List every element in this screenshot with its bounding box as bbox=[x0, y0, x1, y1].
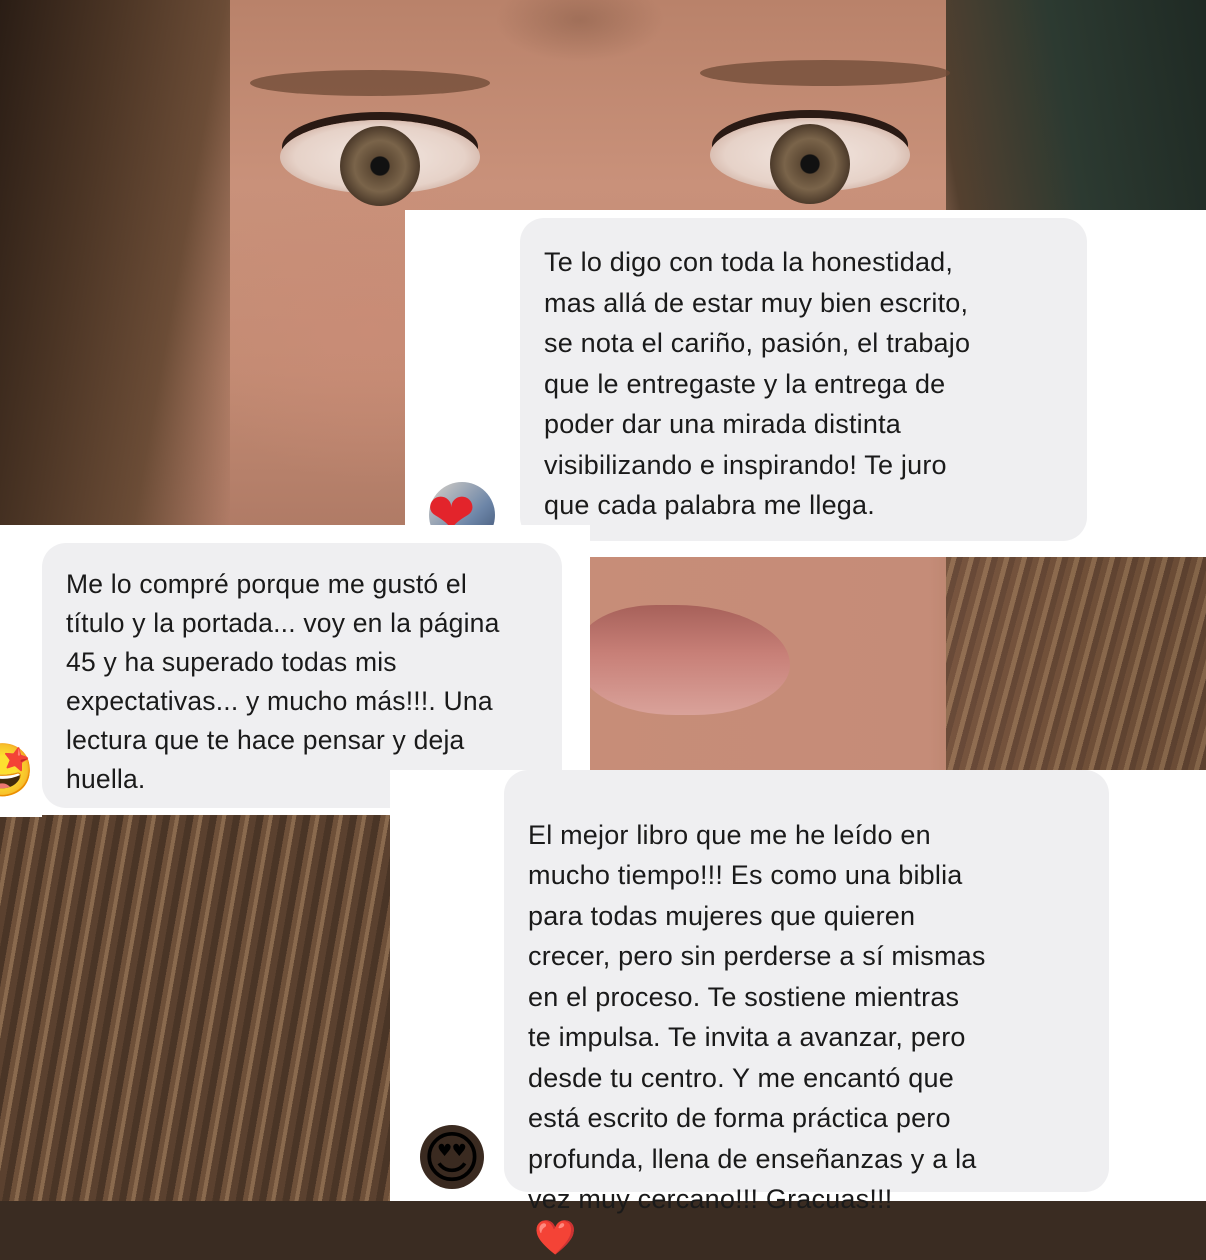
right-eyebrow bbox=[700, 60, 950, 86]
hair-left bbox=[0, 0, 230, 525]
message-text-3: El mejor libro que me he leído en mucho … bbox=[528, 819, 986, 1215]
user-avatar-2[interactable]: 🤩 bbox=[0, 736, 30, 806]
message-card-1: ❤ Te lo digo con toda la honestidad, mas… bbox=[405, 210, 1206, 557]
left-iris bbox=[340, 126, 420, 206]
right-iris bbox=[770, 124, 850, 204]
left-eye bbox=[280, 120, 480, 206]
photo-mouth bbox=[590, 555, 1206, 770]
hair-right bbox=[946, 555, 1206, 770]
message-bubble-3: El mejor libro que me he leído en mucho … bbox=[504, 770, 1109, 1255]
message-bubble-2: Me lo compré porque me gustó el título y… bbox=[42, 543, 562, 808]
heart-emoji-icon: ❤️ bbox=[534, 1218, 577, 1257]
lips bbox=[590, 605, 790, 715]
left-eyebrow bbox=[250, 70, 490, 96]
message-bubble-1: Te lo digo con toda la honestidad, mas a… bbox=[520, 218, 1087, 541]
right-eye bbox=[710, 118, 910, 204]
user-avatar-3[interactable]: 😍 bbox=[420, 1125, 484, 1189]
message-card-3: 😍 El mejor libro que me he leído en much… bbox=[390, 770, 1206, 1255]
photo-hair bbox=[0, 815, 392, 1201]
